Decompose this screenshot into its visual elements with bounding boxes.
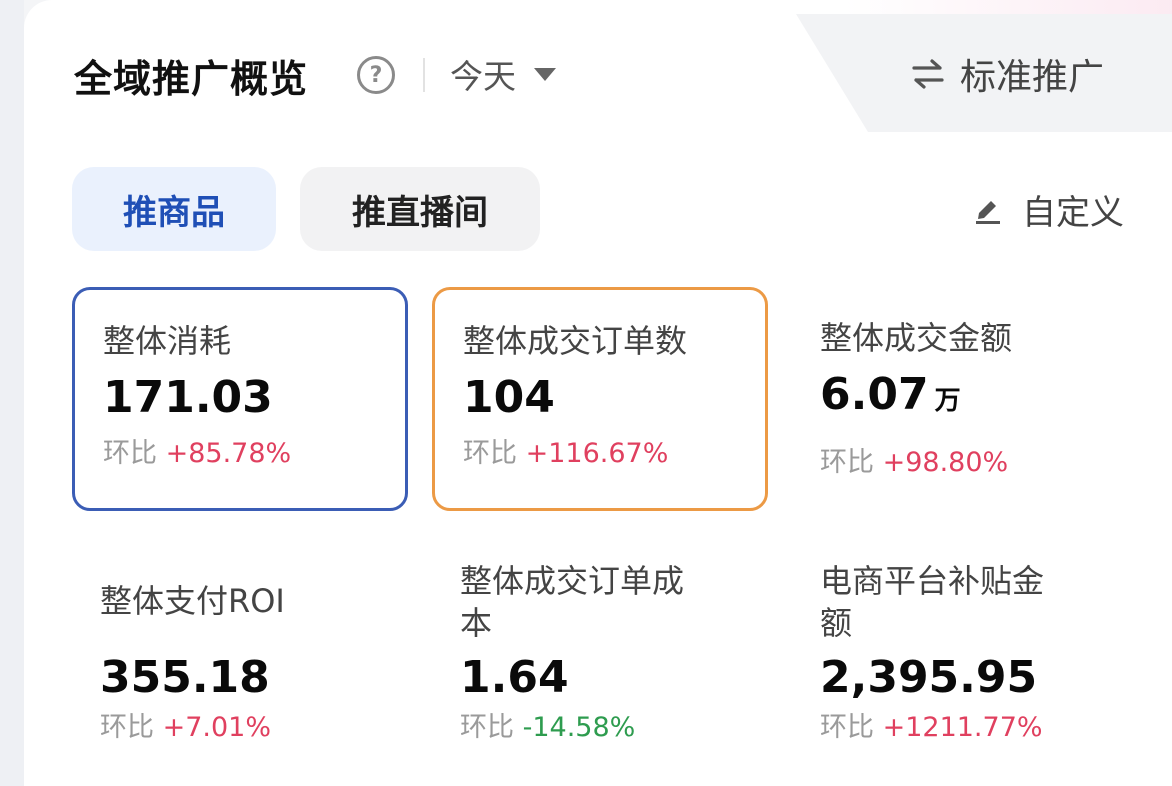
metric-value: 1.64: [460, 652, 569, 703]
metric-label: 整体消耗: [103, 322, 232, 360]
swap-arrows-icon: [912, 59, 944, 89]
metric-change: 环比 +98.80%: [820, 447, 1009, 478]
metric-change: 环比 +116.67%: [463, 438, 669, 469]
caret-down-icon: [534, 67, 556, 81]
metric-value: 104: [463, 372, 555, 423]
switch-label: 标准推广: [960, 57, 1105, 98]
date-range-value: 今天: [450, 57, 516, 96]
metric-value: 6.07 万: [820, 369, 961, 420]
header-divider: [423, 58, 425, 92]
top-glow: [844, 0, 1172, 14]
metric-unit: 万: [934, 386, 961, 416]
metric-card-total-gmv[interactable]: 整体成交金额 6.07 万 环比 +98.80%: [792, 287, 1128, 481]
metric-value: 2,395.95: [820, 652, 1038, 703]
metric-change: 环比 +7.01%: [100, 712, 271, 743]
metric-card-total-orders[interactable]: 整体成交订单数 104 环比 +116.67%: [432, 287, 768, 511]
metric-change: 环比 +85.78%: [103, 438, 292, 469]
metric-card-payment-roi[interactable]: 整体支付ROI 355.18 环比 +7.01%: [72, 580, 408, 746]
page-title: 全域推广概览: [74, 57, 309, 101]
metric-label: 整体成交订单数: [463, 322, 688, 360]
metric-card-total-spend[interactable]: 整体消耗 171.03 环比 +85.78%: [72, 287, 408, 511]
metric-value: 171.03: [103, 372, 273, 423]
tab-promote-live-room[interactable]: 推直播间: [300, 167, 540, 251]
overview-card: 全域推广概览 ? 今天 标准推广 推商品 推直播间 自定义 整体消耗 171.0…: [24, 0, 1172, 786]
tab-promote-goods[interactable]: 推商品: [72, 167, 276, 251]
customize-button[interactable]: 自定义: [972, 186, 1124, 233]
customize-label: 自定义: [1022, 192, 1124, 233]
metric-value: 355.18: [100, 652, 270, 703]
metric-card-platform-subsidy[interactable]: 电商平台补贴金 额 2,395.95 环比 +1211.77%: [792, 560, 1128, 746]
metric-label: 整体成交订单成 本: [460, 562, 685, 642]
metric-change: 环比 +1211.77%: [820, 712, 1043, 743]
edit-pencil-icon: [976, 201, 1000, 224]
metric-label: 整体支付ROI: [100, 582, 285, 620]
metric-label: 整体成交金额: [820, 319, 1013, 357]
left-edge: [0, 0, 24, 786]
metric-label: 电商平台补贴金 额: [820, 562, 1045, 642]
date-range-select[interactable]: 今天: [450, 54, 556, 96]
metric-change: 环比 -14.58%: [460, 712, 636, 743]
switch-standard-promo-button[interactable]: 标准推广: [910, 52, 1104, 98]
help-icon[interactable]: ?: [357, 56, 395, 94]
metric-card-order-cost[interactable]: 整体成交订单成 本 1.64 环比 -14.58%: [432, 560, 768, 746]
